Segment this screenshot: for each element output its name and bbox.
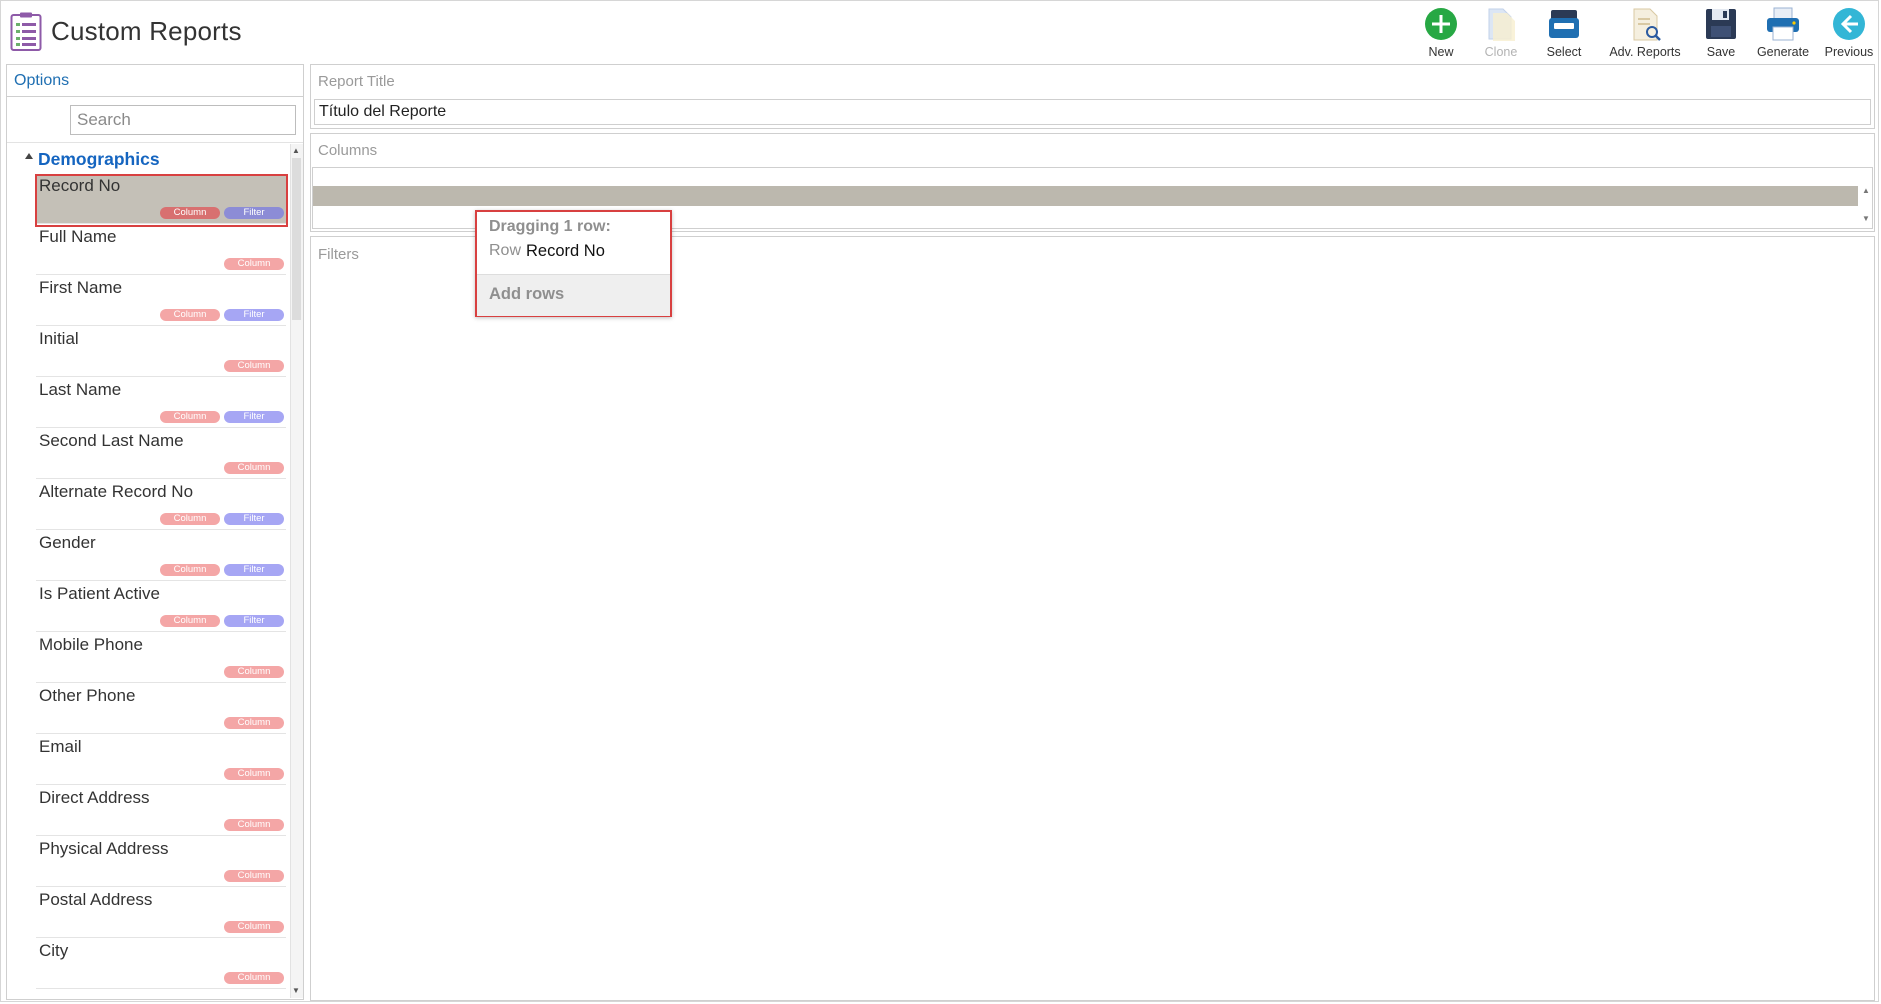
list-item[interactable]: Alternate Record No Column Filter: [36, 480, 286, 530]
filter-badge[interactable]: Filter: [224, 411, 284, 423]
filter-badge[interactable]: Filter: [224, 615, 284, 627]
item-label: Is Patient Active: [39, 584, 160, 603]
scroll-down-icon[interactable]: ▼: [292, 986, 300, 995]
scrollbar-thumb[interactable]: [292, 158, 301, 320]
report-title-input[interactable]: [314, 99, 1871, 125]
list-item[interactable]: Gender Column Filter: [36, 531, 286, 581]
list-item[interactable]: City Column: [36, 939, 286, 989]
item-label: Gender: [39, 533, 96, 552]
floppy-disk-icon: [1706, 9, 1736, 39]
item-label: Second Last Name: [39, 431, 184, 450]
arrow-left-circle-icon: [1833, 8, 1865, 40]
adv-reports-button[interactable]: Adv. Reports: [1605, 4, 1685, 62]
previous-label: Previous: [1824, 45, 1874, 59]
list-item[interactable]: Full Name Column: [36, 225, 286, 275]
item-label: Other Phone: [39, 686, 136, 705]
item-label: Email: [39, 737, 82, 756]
scroll-up-icon[interactable]: ▲: [1862, 186, 1870, 195]
column-badge[interactable]: Column: [160, 309, 220, 321]
divider: [7, 142, 303, 143]
filters-label: Filters: [318, 246, 359, 263]
list-item[interactable]: Email Column: [36, 735, 286, 785]
list-item[interactable]: Other Phone Column: [36, 684, 286, 734]
report-list-icon: [10, 12, 42, 51]
column-badge[interactable]: Column: [160, 513, 220, 525]
column-badge[interactable]: Column: [160, 411, 220, 423]
plus-circle-icon: [1425, 8, 1457, 40]
item-label: Full Name: [39, 227, 117, 246]
document-search-icon: [1633, 8, 1661, 41]
column-badge[interactable]: Column: [224, 972, 284, 984]
list-item[interactable]: Last Name Column Filter: [36, 378, 286, 428]
list-item[interactable]: Direct Address Column: [36, 786, 286, 836]
page-title: Custom Reports: [51, 16, 242, 46]
adv-reports-label: Adv. Reports: [1609, 45, 1681, 59]
column-badge[interactable]: Column: [224, 717, 284, 729]
column-badge[interactable]: Column: [224, 462, 284, 474]
drag-heading: Dragging 1 row:: [489, 218, 611, 235]
item-label: Initial: [39, 329, 79, 348]
column-badge[interactable]: Column: [160, 615, 220, 627]
printer-icon: [1767, 7, 1799, 41]
column-badge[interactable]: Column: [224, 921, 284, 933]
column-badge[interactable]: Column: [224, 819, 284, 831]
column-badge[interactable]: Column: [224, 768, 284, 780]
drag-row-label: Row: [489, 242, 522, 259]
item-label: City: [39, 941, 69, 960]
select-button[interactable]: Select: [1524, 4, 1604, 62]
group-demographics[interactable]: Demographics: [38, 149, 160, 170]
column-badge[interactable]: Column: [224, 360, 284, 372]
scroll-up-icon[interactable]: ▲: [292, 146, 300, 155]
inbox-tray-icon: [1549, 10, 1579, 38]
select-label: Select: [1546, 45, 1582, 59]
collapse-arrow-icon[interactable]: [25, 153, 33, 159]
drag-row-value: Record No: [526, 242, 605, 260]
filter-badge[interactable]: Filter: [224, 309, 284, 321]
drop-target-row: [313, 186, 1858, 206]
filter-badge[interactable]: Filter: [224, 564, 284, 576]
filters-panel[interactable]: [310, 236, 1875, 1001]
item-label: First Name: [39, 278, 123, 297]
item-label: Last Name: [39, 380, 122, 399]
list-item[interactable]: Postal Address Column: [36, 888, 286, 938]
options-title: Options: [14, 72, 70, 89]
item-label: Direct Address: [39, 788, 150, 807]
list-item[interactable]: Is Patient Active Column Filter: [36, 582, 286, 632]
column-badge[interactable]: Column: [224, 870, 284, 882]
report-title-label: Report Title: [318, 73, 395, 90]
clone-document-icon: [1488, 8, 1515, 41]
list-item[interactable]: First Name Column Filter: [36, 276, 286, 326]
drag-action-label: Add rows: [489, 285, 565, 303]
item-label: Physical Address: [39, 839, 169, 858]
item-label: Mobile Phone: [39, 635, 143, 654]
column-badge[interactable]: Column: [224, 258, 284, 270]
selection-highlight: [35, 174, 288, 227]
filter-badge[interactable]: Filter: [224, 513, 284, 525]
columns-label: Columns: [318, 142, 378, 159]
item-label: Alternate Record No: [39, 482, 194, 501]
search-input[interactable]: [70, 105, 296, 135]
item-label: Postal Address: [39, 890, 153, 909]
list-item[interactable]: Physical Address Column: [36, 837, 286, 887]
column-badge[interactable]: Column: [160, 564, 220, 576]
column-badge[interactable]: Column: [224, 666, 284, 678]
previous-button[interactable]: Previous: [1809, 4, 1881, 62]
scroll-down-icon[interactable]: ▼: [1862, 214, 1870, 223]
list-item[interactable]: Second Last Name Column: [36, 429, 286, 479]
list-item[interactable]: Mobile Phone Column: [36, 633, 286, 683]
list-item[interactable]: Initial Column: [36, 327, 286, 377]
